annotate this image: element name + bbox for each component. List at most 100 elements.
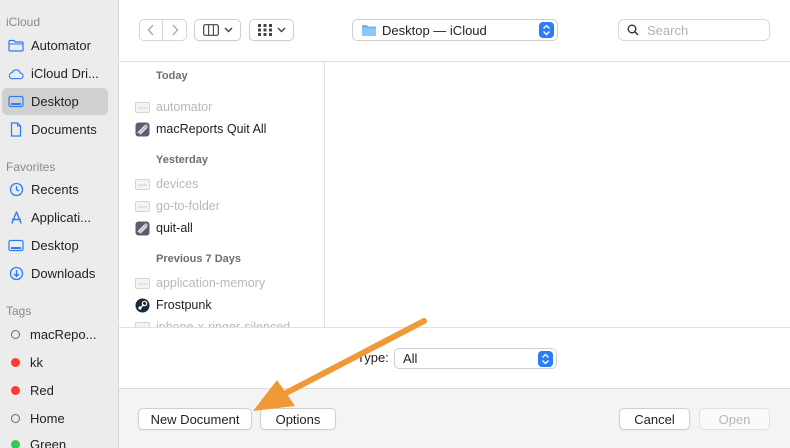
browser-bottom-divider — [119, 327, 790, 328]
sidebar-item-recents[interactable]: Recents — [2, 176, 108, 203]
list-item-iphone-x-ringer-silenced: iphone-x-ringer-silenced — [135, 317, 290, 327]
sidebar-tag-label: kk — [30, 355, 43, 370]
sidebar-item-icloud-drive[interactable]: iCloud Dri... — [2, 60, 108, 87]
chevron-down-icon — [277, 27, 285, 33]
back-button[interactable] — [139, 19, 163, 41]
folder-icon — [8, 38, 24, 54]
list-item-name: application-memory — [156, 276, 266, 290]
desktop-icon — [8, 94, 24, 110]
search-icon — [627, 24, 639, 36]
type-label: Type: — [357, 350, 389, 365]
list-item-name: automator — [156, 100, 213, 114]
open-button[interactable]: Open — [699, 408, 770, 430]
download-icon — [8, 266, 24, 282]
sidebar-item-label: Documents — [31, 122, 97, 137]
sidebar-tag-label: Green — [30, 437, 67, 448]
list-item-devices: devices — [135, 174, 198, 194]
file-icon — [135, 177, 150, 192]
sidebar-tag-label: macRepo... — [30, 327, 97, 342]
list-item-name: devices — [156, 177, 199, 191]
columns-view-icon — [202, 24, 219, 36]
sidebar-item-desktop-icloud[interactable]: Desktop — [2, 88, 108, 115]
sidebar-item-label: iCloud Dri... — [31, 66, 99, 81]
grid-icon — [257, 24, 272, 36]
list-item-name: macReports Quit All — [156, 122, 267, 136]
list-item-name: iphone-x-ringer-silenced — [156, 320, 291, 327]
sidebar-item-desktop[interactable]: Desktop — [2, 232, 108, 259]
list-item-name: go-to-folder — [156, 199, 220, 213]
sidebar-heading-tags: Tags — [6, 304, 32, 318]
sidebar-item-label: Desktop — [31, 238, 79, 253]
chevron-left-icon — [147, 24, 154, 36]
sidebar-item-applications[interactable]: Applicati... — [2, 204, 108, 231]
forward-button[interactable] — [163, 19, 187, 41]
document-icon — [8, 122, 24, 138]
file-list[interactable]: Today automator macReports Quit All Yest… — [119, 61, 324, 327]
tag-color-dot — [11, 386, 20, 395]
sidebar-item-documents[interactable]: Documents — [2, 116, 108, 143]
location-popup[interactable]: Desktop — iCloud — [352, 19, 558, 41]
sidebar-item-label: Automator — [31, 38, 91, 53]
folder-icon — [361, 24, 377, 37]
options-button[interactable]: Options — [260, 408, 336, 430]
applications-icon — [8, 210, 24, 226]
list-item-automator: automator — [135, 97, 212, 117]
tag-color-dot — [11, 358, 20, 367]
column-divider — [324, 61, 325, 327]
list-item-quit-all[interactable]: quit-all — [135, 218, 193, 238]
list-item-application-memory: application-memory — [135, 273, 265, 293]
tag-color-dot — [11, 330, 20, 339]
sidebar-tag-home[interactable]: Home — [2, 405, 108, 432]
sidebar-item-label: Downloads — [31, 266, 96, 281]
toolbar: Desktop — iCloud — [119, 0, 790, 60]
steam-icon — [135, 298, 150, 313]
group-by-button[interactable] — [249, 19, 294, 41]
group-header-today: Today — [156, 70, 188, 82]
new-document-button[interactable]: New Document — [138, 408, 252, 430]
type-popup[interactable]: All — [394, 348, 557, 369]
sidebar-item-label: Desktop — [31, 94, 79, 109]
list-item-go-to-folder: go-to-folder — [135, 196, 220, 216]
sidebar-tag-label: Red — [30, 383, 54, 398]
sidebar: iCloud Automator iCloud Dri... Desktop D… — [0, 0, 119, 448]
cancel-button[interactable]: Cancel — [619, 408, 690, 430]
search-input[interactable] — [645, 21, 759, 39]
list-item-name: Frostpunk — [156, 298, 212, 312]
location-label: Desktop — iCloud — [382, 22, 487, 38]
file-icon — [135, 199, 150, 214]
sidebar-heading-favorites: Favorites — [6, 160, 56, 174]
file-icon — [135, 276, 150, 291]
chevron-right-icon — [171, 24, 179, 36]
tag-color-dot — [11, 440, 20, 448]
clock-icon — [8, 182, 24, 198]
chevron-down-icon — [224, 27, 232, 33]
group-header-previous-7-days: Previous 7 Days — [156, 253, 241, 265]
sidebar-tag-red[interactable]: Red — [2, 377, 108, 404]
desktop-icon — [8, 238, 24, 254]
list-item-frostpunk[interactable]: Frostpunk — [135, 295, 212, 315]
file-icon — [135, 320, 150, 327]
sidebar-tag-macreports[interactable]: macRepo... — [2, 321, 108, 348]
sidebar-item-downloads[interactable]: Downloads — [2, 260, 108, 287]
list-item-macreports-quit-all[interactable]: macReports Quit All — [135, 119, 266, 139]
sidebar-tag-green[interactable]: Green — [2, 431, 108, 448]
sidebar-item-label: Recents — [31, 182, 79, 197]
automator-app-icon — [135, 122, 150, 137]
cloud-icon — [8, 66, 24, 82]
sidebar-item-automator[interactable]: Automator — [2, 32, 108, 59]
type-value: All — [403, 351, 418, 366]
tag-color-dot — [11, 414, 20, 423]
search-field[interactable] — [618, 19, 770, 41]
list-item-name: quit-all — [156, 221, 193, 235]
sidebar-heading-icloud: iCloud — [6, 15, 41, 29]
view-mode-button[interactable] — [194, 19, 241, 41]
sidebar-item-label: Applicati... — [31, 210, 91, 225]
group-header-yesterday: Yesterday — [156, 154, 208, 166]
sidebar-tag-label: Home — [30, 411, 65, 426]
updown-arrows-icon — [539, 22, 554, 38]
automator-app-icon — [135, 221, 150, 236]
sidebar-tag-kk[interactable]: kk — [2, 349, 108, 376]
file-icon — [135, 100, 150, 115]
updown-arrows-icon — [538, 351, 553, 367]
navigation-buttons — [139, 19, 187, 41]
